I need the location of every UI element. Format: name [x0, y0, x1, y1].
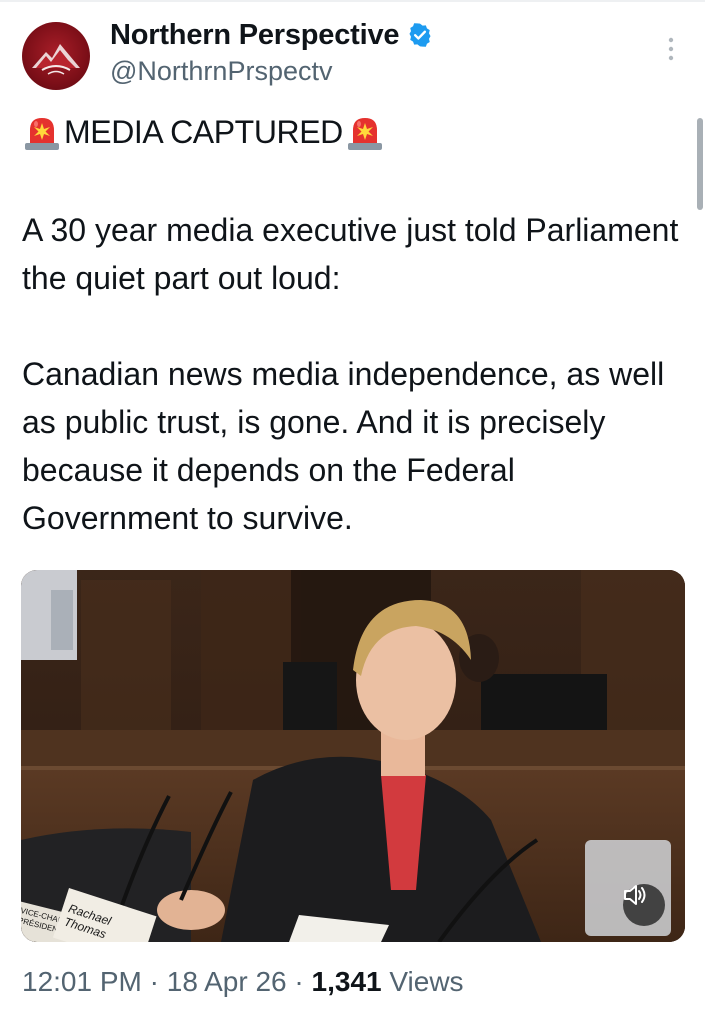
mountain-logo-icon	[32, 44, 80, 75]
tweet-body: MEDIA CAPTURED A 30 year media executive…	[22, 108, 692, 542]
tweet-paragraph-1: A 30 year media executive just told Parl…	[22, 212, 679, 296]
tweet-meta: 12:01 PM · 18 Apr 26 · 1,341 Views	[22, 966, 464, 998]
meta-separator: ·	[149, 966, 159, 997]
author-name-row[interactable]: Northern Perspective	[110, 16, 433, 54]
views-label[interactable]: Views	[389, 966, 463, 997]
video-frame	[21, 570, 685, 942]
tweet-time[interactable]: 12:01 PM	[22, 966, 142, 997]
tweet-video[interactable]: VICE-CHAIR PRÉSIDENT Rachael Thomas	[21, 570, 685, 942]
avatar[interactable]	[22, 22, 90, 90]
speaker-mute-icon	[624, 885, 646, 905]
top-divider	[0, 0, 705, 2]
verified-badge-icon	[409, 23, 431, 47]
tweet-headline: MEDIA CAPTURED	[22, 108, 692, 156]
police-siren-icon	[25, 118, 59, 150]
meta-separator: ·	[294, 966, 304, 997]
display-name[interactable]: Northern Perspective	[110, 19, 400, 52]
headline-text: MEDIA CAPTURED	[64, 114, 343, 150]
author-handle[interactable]: @NorthrnPrspectv	[110, 56, 332, 87]
more-options-icon[interactable]	[664, 36, 678, 62]
tweet-paragraph-2: Canadian news media independence, as wel…	[22, 356, 665, 536]
tweet-date[interactable]: 18 Apr 26	[167, 966, 287, 997]
police-siren-icon	[347, 118, 382, 150]
views-count[interactable]: 1,341	[312, 966, 382, 997]
mute-button[interactable]	[623, 884, 665, 926]
scrollbar-thumb[interactable]	[697, 118, 703, 210]
